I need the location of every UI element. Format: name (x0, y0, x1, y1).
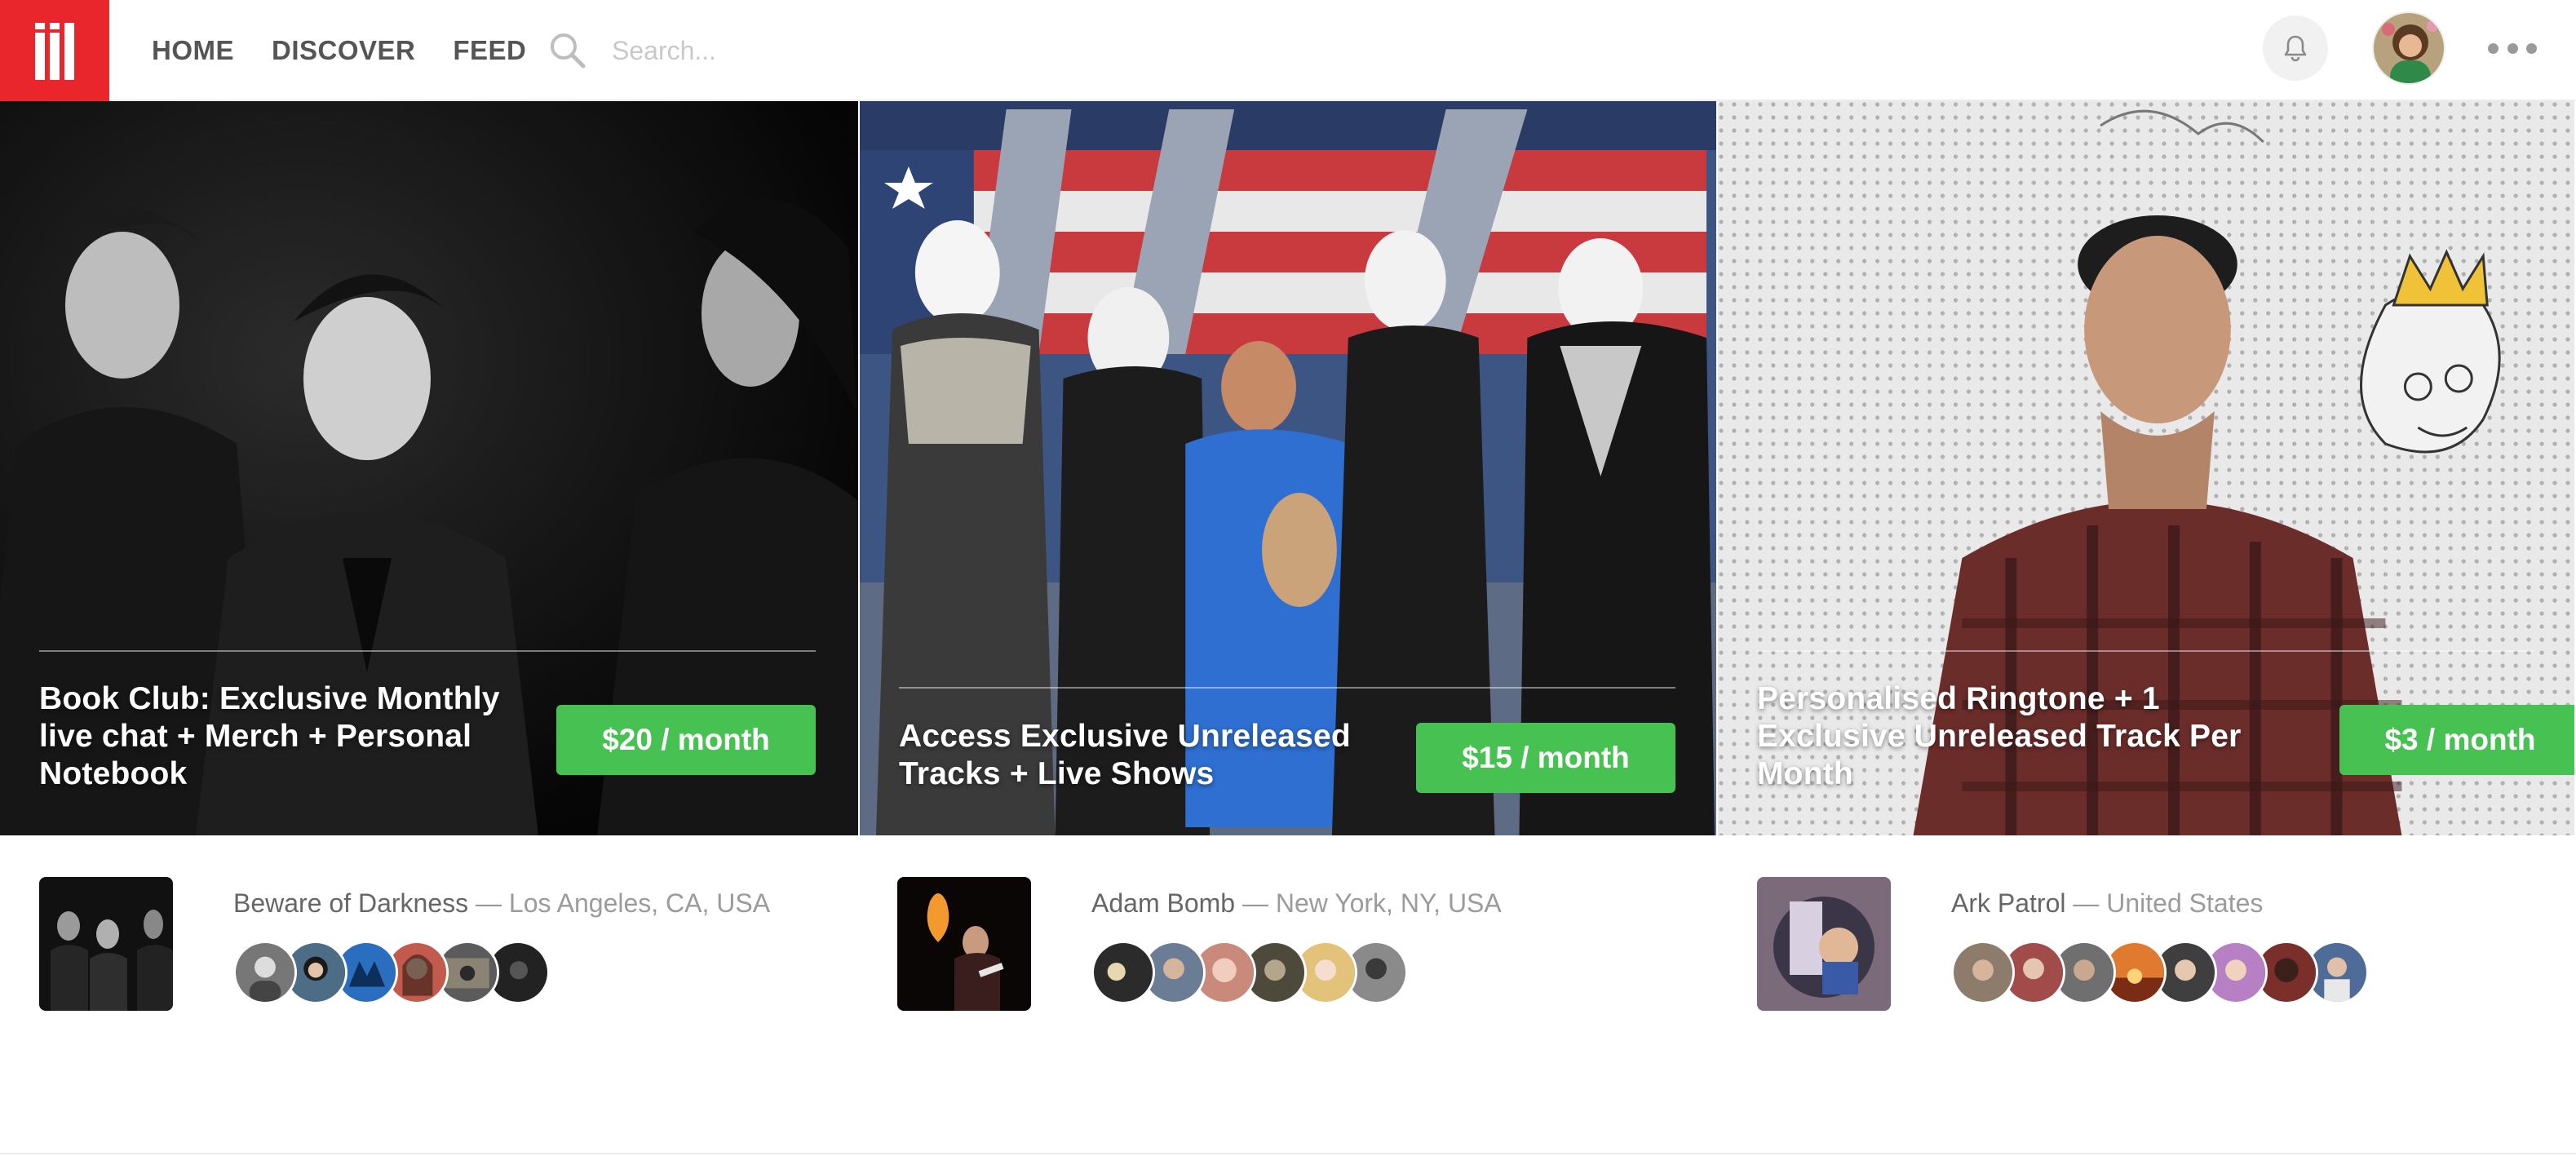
more-dot (2488, 42, 2499, 54)
artist-name[interactable]: Adam Bomb (1091, 888, 1235, 918)
user-avatar[interactable] (2372, 11, 2445, 85)
main-nav: HOME DISCOVER FEED (152, 0, 526, 101)
page-divider (0, 1153, 2576, 1154)
artist-card[interactable]: Ark Patrol — United States (1757, 877, 2540, 1016)
nav-home[interactable]: HOME (152, 35, 234, 66)
artist-thumbnail[interactable] (1757, 877, 1891, 1011)
more-dot (2507, 42, 2518, 54)
fan-avatar[interactable] (1091, 941, 1155, 1004)
reward-tile[interactable]: Book Club: Exclusive Monthly live chat +… (0, 101, 858, 835)
artist-meta: Ark Patrol — United States (1951, 888, 2263, 919)
reward-tile[interactable]: Access Exclusive Unreleased Tracks + Liv… (858, 101, 1716, 835)
divider (1757, 650, 2534, 652)
search-input[interactable] (612, 35, 1020, 66)
artist-meta: Beware of Darkness — Los Angeles, CA, US… (233, 888, 770, 919)
artist-meta: Adam Bomb — New York, NY, USA (1091, 888, 1502, 919)
artist-card[interactable]: Beware of Darkness — Los Angeles, CA, US… (39, 877, 822, 1016)
separator: — (2073, 888, 2100, 918)
separator: — (1242, 888, 1268, 918)
divider (39, 650, 816, 652)
reward-title: Book Club: Exclusive Monthly live chat +… (39, 681, 500, 791)
nav-discover[interactable]: DISCOVER (272, 35, 415, 66)
top-navigation-bar: HOME DISCOVER FEED (0, 0, 2576, 101)
fan-avatar[interactable] (233, 941, 297, 1004)
fan-avatar[interactable] (1951, 941, 2015, 1004)
separator: — (476, 888, 502, 918)
reward-tiles: Book Club: Exclusive Monthly live chat +… (0, 101, 2576, 835)
artist-thumbnail[interactable] (897, 877, 1031, 1011)
fan-avatars (1091, 941, 1408, 1004)
artist-thumbnail[interactable] (39, 877, 173, 1011)
artist-name[interactable]: Ark Patrol (1951, 888, 2065, 918)
price-button[interactable]: $3 / month (2339, 705, 2574, 775)
artist-location: United States (2106, 888, 2264, 918)
artist-location: Los Angeles, CA, USA (508, 888, 771, 918)
bell-icon[interactable] (2263, 16, 2328, 81)
divider (899, 687, 1675, 689)
more-dots-icon[interactable] (2488, 28, 2537, 69)
search-icon[interactable] (547, 29, 589, 72)
logo-icon[interactable] (0, 0, 109, 101)
artist-card[interactable]: Adam Bomb — New York, NY, USA (897, 877, 1680, 1016)
artist-name[interactable]: Beware of Darkness (233, 888, 468, 918)
search-bar (547, 23, 1036, 78)
artist-location: New York, NY, USA (1275, 888, 1502, 918)
nav-feed[interactable]: FEED (453, 35, 526, 66)
reward-title: Access Exclusive Unreleased Tracks + Liv… (899, 719, 1351, 791)
more-dot (2526, 42, 2537, 54)
reward-title: Personalised Ringtone + 1 Exclusive Unre… (1757, 681, 2242, 791)
reward-tile[interactable]: Personalised Ringtone + 1 Exclusive Unre… (1716, 101, 2574, 835)
fan-avatars (1951, 941, 2369, 1004)
fan-avatars (233, 941, 550, 1004)
price-button[interactable]: $20 / month (556, 705, 816, 775)
price-button[interactable]: $15 / month (1416, 723, 1675, 793)
